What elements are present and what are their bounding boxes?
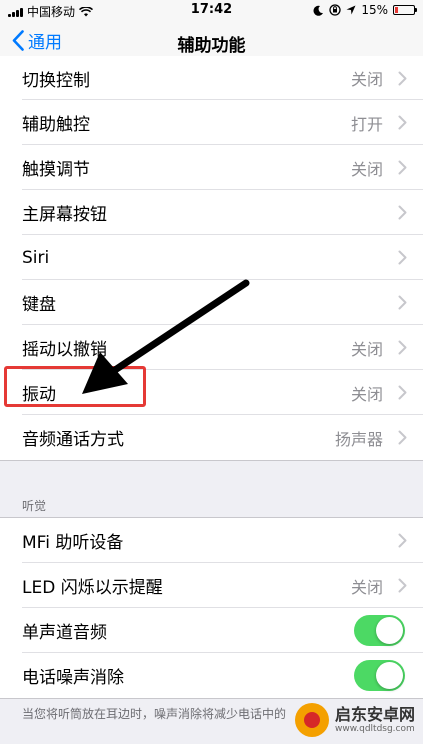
watermark-logo-icon	[295, 703, 329, 737]
arrow-annotation	[82, 279, 250, 394]
watermark-name: 启东安卓网	[335, 704, 416, 724]
watermark-url: www.qdltdsg.com	[335, 723, 415, 734]
watermark: 启东安卓网 www.qdltdsg.com	[295, 700, 418, 740]
